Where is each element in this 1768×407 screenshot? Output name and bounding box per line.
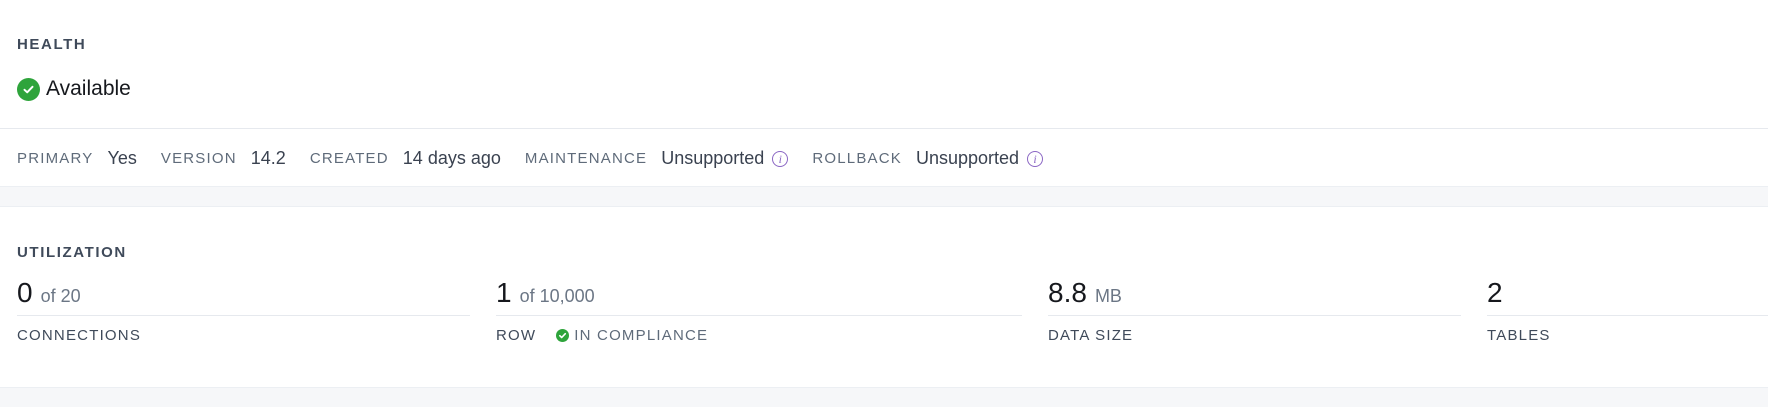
utilization-section-title: UTILIZATION — [17, 244, 127, 261]
database-overview-page: HEALTH Available PRIMARY Yes VERSION 14.… — [0, 0, 1768, 407]
health-status: Available — [17, 77, 131, 101]
connections-metric: 0 of 20 CONNECTIONS — [17, 277, 470, 344]
data-size-unit: MB — [1094, 286, 1122, 306]
rows-caption-line: ROW IN COMPLIANCE — [496, 327, 1022, 344]
rows-metric: 1 of 10,000 ROW IN COMPLIANCE — [496, 277, 1022, 344]
connections-limit: of 20 — [40, 286, 81, 306]
check-circle-icon — [17, 77, 40, 101]
primary-label: PRIMARY — [17, 150, 94, 167]
tables-caption: TABLES — [1487, 327, 1551, 344]
bottom-separator — [0, 387, 1768, 407]
divider — [0, 128, 1768, 129]
rows-limit: of 10,000 — [519, 286, 595, 306]
rollback-info-icon[interactable]: i — [1027, 150, 1044, 167]
maintenance-label: MAINTENANCE — [524, 150, 648, 167]
section-separator — [0, 186, 1768, 207]
created-value: 14 days ago — [402, 148, 501, 168]
connections-value-line: 0 of 20 — [17, 277, 470, 316]
health-status-text: Available — [46, 77, 131, 100]
compliance-text: IN COMPLIANCE — [574, 327, 709, 344]
health-card: HEALTH Available PRIMARY Yes VERSION 14.… — [0, 0, 1768, 186]
health-section-title: HEALTH — [17, 36, 87, 53]
data-size-caption: DATA SIZE — [1048, 327, 1134, 344]
version-label: VERSION — [160, 150, 237, 167]
connections-caption: CONNECTIONS — [17, 327, 142, 344]
maintenance-value: Unsupported — [661, 148, 765, 168]
version-value: 14.2 — [250, 148, 286, 168]
tables-value: 2 — [1487, 277, 1503, 308]
maintenance-info-icon[interactable]: i — [772, 150, 789, 167]
rows-caption: ROW — [496, 327, 537, 344]
primary-value: Yes — [107, 148, 137, 168]
utilization-card: UTILIZATION 0 of 20 CONNECTIONS 1 of 10,… — [0, 207, 1768, 387]
connections-value: 0 — [17, 277, 33, 308]
rollback-value: Unsupported — [915, 148, 1020, 168]
tables-value-line: 2 — [1487, 277, 1768, 316]
data-size-value: 8.8 — [1048, 277, 1087, 308]
tables-metric: 2 TABLES — [1487, 277, 1768, 344]
data-size-value-line: 8.8 MB — [1048, 277, 1461, 316]
database-meta-row: PRIMARY Yes VERSION 14.2 CREATED 14 days… — [17, 148, 1067, 169]
rows-value: 1 — [496, 277, 512, 308]
rows-value-line: 1 of 10,000 — [496, 277, 1022, 316]
created-label: CREATED — [309, 150, 389, 167]
data-size-metric: 8.8 MB DATA SIZE — [1048, 277, 1461, 344]
check-circle-icon — [556, 329, 570, 342]
rollback-label: ROLLBACK — [812, 150, 902, 167]
compliance-badge: IN COMPLIANCE — [556, 327, 708, 344]
